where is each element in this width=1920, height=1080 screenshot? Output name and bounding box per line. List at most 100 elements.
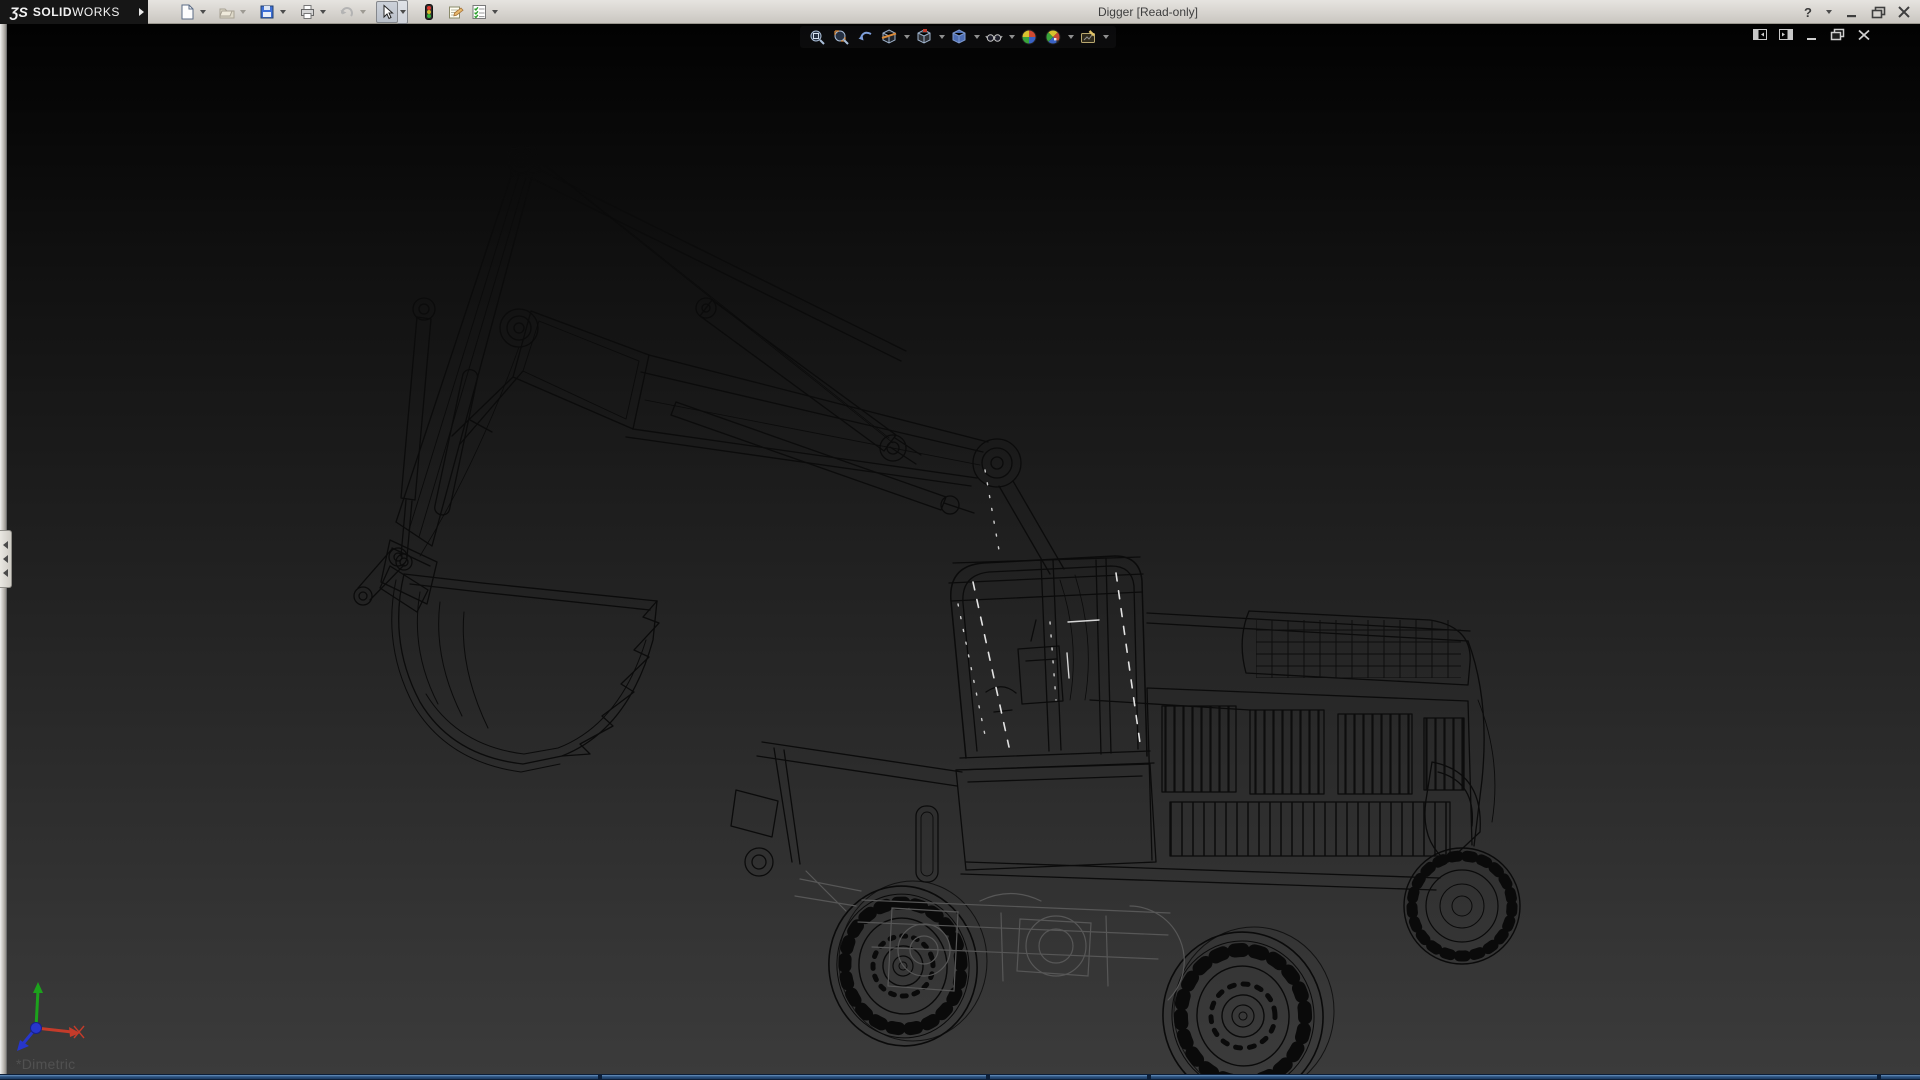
- view-settings-caret[interactable]: [1101, 27, 1110, 47]
- taskbar-edge[interactable]: [0, 1074, 1920, 1080]
- traffic-light-icon: [420, 3, 438, 21]
- open-folder-icon: [218, 3, 236, 21]
- save-button[interactable]: [256, 1, 278, 23]
- view-orientation-label: *Dimetric: [16, 1056, 75, 1072]
- wireframe-digger-model: [0, 24, 1920, 1074]
- file-properties-icon: [446, 3, 464, 21]
- taskbar-segment: [1881, 1075, 1920, 1079]
- expand-left-arrow-icon: [3, 569, 8, 577]
- window-controls: ?: [1798, 0, 1914, 24]
- show-feature-pane-button[interactable]: [1751, 27, 1768, 42]
- section-view-button[interactable]: [878, 27, 900, 47]
- new-document-caret[interactable]: [198, 1, 208, 23]
- print-caret[interactable]: [318, 1, 328, 23]
- wireframe-lines: [354, 147, 1495, 890]
- zoom-to-fit-button[interactable]: [806, 27, 828, 47]
- expand-left-arrow-icon: [3, 555, 8, 563]
- view-orientation-button[interactable]: [913, 27, 935, 47]
- options-button[interactable]: [468, 1, 490, 23]
- solidworks-logo: ƷS SOLID WORKS: [0, 0, 134, 24]
- taskbar-segment: [1151, 1075, 1877, 1079]
- title-bar: ƷS SOLID WORKS: [0, 0, 1920, 24]
- print-button[interactable]: [296, 1, 318, 23]
- brand-name-bold: SOLID: [33, 5, 72, 19]
- brand-glyph-icon: ƷS: [10, 4, 28, 20]
- zoom-to-area-icon: [832, 28, 850, 46]
- expand-arrow-icon: [139, 8, 144, 16]
- view-orientation-icon: [915, 28, 933, 46]
- close-document-button[interactable]: [1855, 27, 1872, 42]
- display-style-button[interactable]: [948, 27, 970, 47]
- pane-left-icon: [1752, 28, 1768, 41]
- window-title: Digger [Read-only]: [1040, 0, 1256, 24]
- options-checklist-icon: [470, 3, 488, 21]
- undo-icon: [338, 3, 356, 21]
- minimize-document-icon: [1805, 29, 1819, 41]
- previous-view-button[interactable]: [854, 27, 876, 47]
- section-view-caret[interactable]: [902, 27, 911, 47]
- close-icon: [1897, 6, 1911, 18]
- edit-appearance-button[interactable]: [1018, 27, 1040, 47]
- new-document-button[interactable]: [176, 1, 198, 23]
- brand-name-light: WORKS: [72, 5, 120, 19]
- eyeglasses-icon: [984, 28, 1004, 46]
- minimize-document-button[interactable]: [1803, 27, 1820, 42]
- apply-scene-caret[interactable]: [1066, 27, 1075, 47]
- show-display-pane-button[interactable]: [1777, 27, 1794, 42]
- view-settings-icon: [1079, 28, 1097, 46]
- restore-document-button[interactable]: [1829, 27, 1846, 42]
- undo-button[interactable]: [336, 1, 358, 23]
- document-window-controls: [1751, 27, 1872, 42]
- display-style-caret[interactable]: [972, 27, 981, 47]
- save-caret[interactable]: [278, 1, 288, 23]
- help-caret[interactable]: [1824, 1, 1834, 23]
- restore-icon: [1871, 6, 1886, 19]
- appearance-sphere-icon: [1020, 28, 1038, 46]
- close-button[interactable]: [1894, 3, 1914, 21]
- taskbar-segment: [0, 1075, 598, 1079]
- triad-y-arrow: [33, 982, 43, 993]
- view-orientation-caret[interactable]: [937, 27, 946, 47]
- pane-right-icon: [1778, 28, 1794, 41]
- hide-show-items-caret[interactable]: [1007, 27, 1016, 47]
- view-settings-button[interactable]: [1077, 27, 1099, 47]
- file-properties-button[interactable]: [444, 1, 466, 23]
- print-icon: [298, 3, 316, 21]
- open-document-caret[interactable]: [238, 1, 248, 23]
- zoom-to-area-button[interactable]: [830, 27, 852, 47]
- section-view-icon: [880, 28, 898, 46]
- scene-sphere-icon: [1044, 28, 1062, 46]
- new-document-icon: [178, 3, 196, 21]
- open-document-button[interactable]: [216, 1, 238, 23]
- options-caret[interactable]: [490, 1, 500, 23]
- minimize-icon: [1845, 6, 1859, 18]
- menu-expand-button[interactable]: [134, 0, 148, 24]
- close-document-icon: [1857, 29, 1871, 41]
- heads-up-view-toolbar: [800, 26, 1116, 48]
- hide-show-items-button[interactable]: [983, 27, 1005, 47]
- feature-panel-expand-tab[interactable]: [0, 530, 12, 588]
- zoom-to-fit-icon: [808, 28, 826, 46]
- help-button[interactable]: ?: [1798, 3, 1818, 21]
- select-tool-button[interactable]: [376, 1, 398, 23]
- minimize-button[interactable]: [1842, 3, 1862, 21]
- expand-left-arrow-icon: [3, 541, 8, 549]
- restore-document-icon: [1830, 28, 1845, 41]
- save-floppy-icon: [258, 3, 276, 21]
- previous-view-icon: [856, 28, 874, 46]
- taskbar-segment: [990, 1075, 1147, 1079]
- graphics-viewport[interactable]: *Dimetric: [0, 24, 1920, 1074]
- restore-button[interactable]: [1868, 3, 1888, 21]
- main-toolbar: [176, 0, 508, 24]
- apply-scene-button[interactable]: [1042, 27, 1064, 47]
- select-cursor-icon: [378, 3, 396, 21]
- undo-caret[interactable]: [358, 1, 368, 23]
- rebuild-button[interactable]: [418, 1, 440, 23]
- highlighted-edges: [958, 470, 1141, 750]
- select-tool-caret[interactable]: [398, 0, 408, 24]
- taskbar-segment: [602, 1075, 986, 1079]
- reference-triad: [10, 976, 94, 1056]
- display-style-icon: [950, 28, 968, 46]
- wheels: [819, 848, 1520, 1074]
- triad-origin: [31, 1023, 42, 1034]
